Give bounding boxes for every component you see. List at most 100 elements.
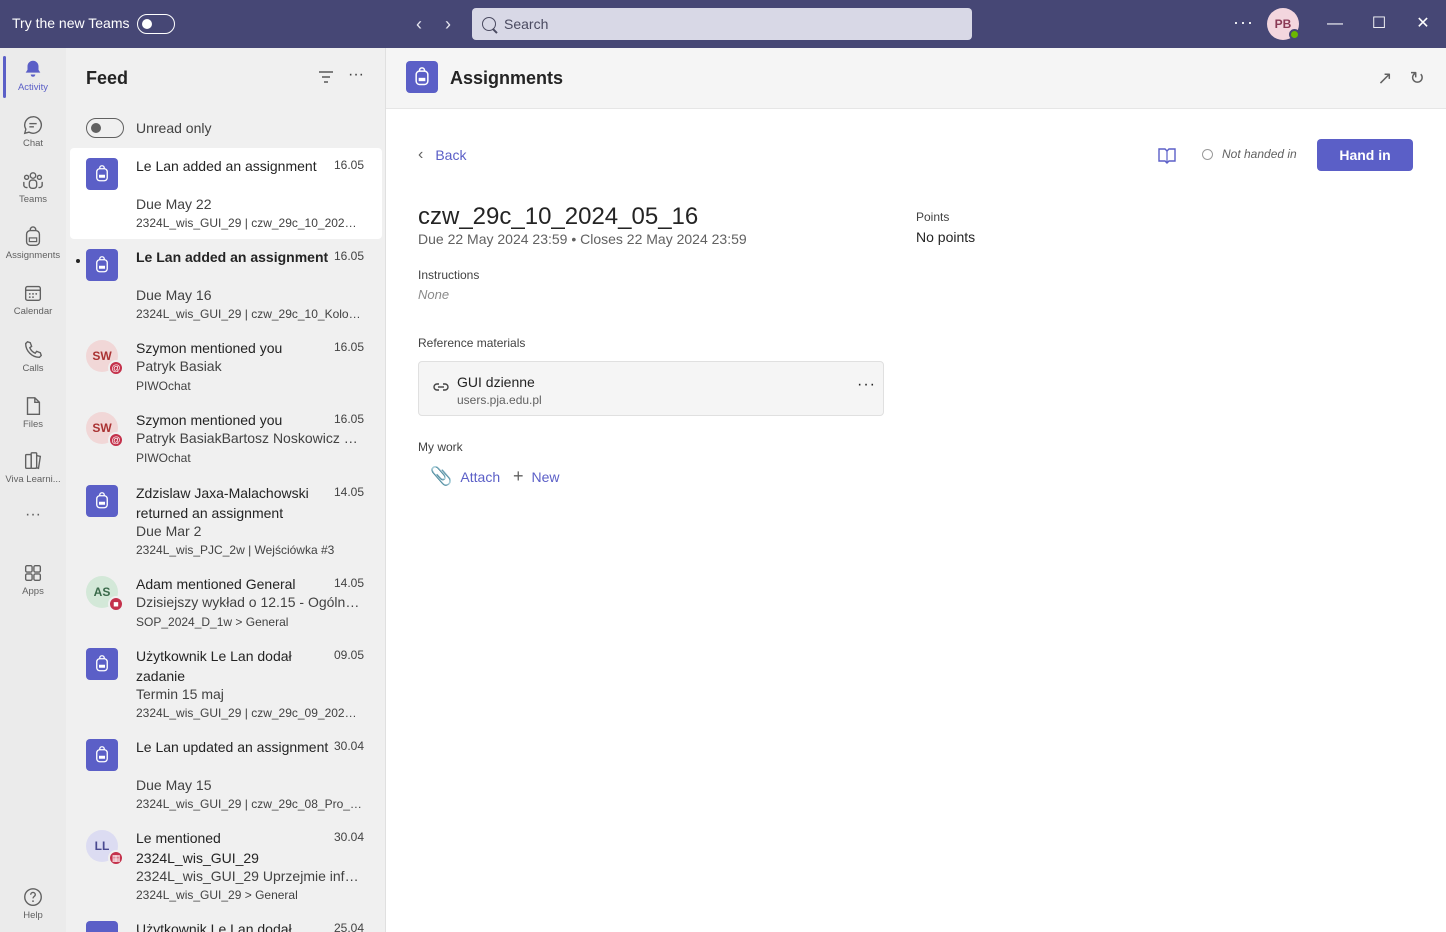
rail-label: Viva Learni... <box>5 474 61 485</box>
feed-item-date: 16.05 <box>334 340 365 354</box>
rail-item-assignments[interactable]: Assignments <box>0 216 66 272</box>
assignments-app-icon <box>86 648 118 680</box>
hand-in-button[interactable]: Hand in <box>1317 139 1413 171</box>
rail-item-calls[interactable]: Calls <box>0 329 66 385</box>
app-header: Assignments ↗ ↻ <box>386 48 1446 109</box>
minimize-icon[interactable]: — <box>1321 10 1349 38</box>
rail-item-activity[interactable]: Activity <box>0 48 66 104</box>
filter-icon[interactable] <box>318 70 334 84</box>
feed-item-title: Zdzislaw Jaxa-Malachowski returned an as… <box>136 485 309 521</box>
new-file-button[interactable]: + New <box>513 466 560 487</box>
feed-item[interactable]: Zdzislaw Jaxa-Malachowski returned an as… <box>70 475 382 566</box>
rail-item-teams[interactable]: Teams <box>0 160 66 216</box>
feed-item-subtitle: Due May 16 <box>136 287 212 303</box>
rail-label: Calendar <box>13 306 53 317</box>
assignments-app-icon <box>86 249 118 281</box>
assignment-title: czw_29c_10_2024_05_16 <box>418 203 699 230</box>
backpack-icon <box>25 226 41 246</box>
reference-more-icon[interactable]: ··· <box>857 376 876 394</box>
search-input[interactable]: Search <box>472 8 972 40</box>
close-icon[interactable]: ✕ <box>1409 10 1437 38</box>
file-icon <box>26 397 41 415</box>
feed-item[interactable]: Le Lan updated an assignment 30.04 Due M… <box>70 729 382 820</box>
rail-label: Help <box>23 910 43 921</box>
forward-arrow-icon[interactable]: › <box>438 13 458 35</box>
feed-item[interactable]: Użytkownik Le Lan dodał zadanie 09.05 Te… <box>70 638 382 729</box>
try-new-teams-toggle[interactable] <box>137 14 175 34</box>
rail-item-chat[interactable]: Chat <box>0 104 66 160</box>
rail-label: Teams <box>19 194 47 205</box>
backpack-icon <box>96 746 108 763</box>
feed-item-meta: 2324L_wis_GUI_29 > General <box>136 888 298 902</box>
rail-label: Assignments <box>5 250 61 261</box>
feed-item-date: 16.05 <box>334 412 365 426</box>
rail-more-apps[interactable]: ··· <box>0 504 66 542</box>
reference-material-card[interactable]: GUI dzienne users.pja.edu.pl ··· <box>418 361 884 416</box>
mention-badge-icon: @ <box>108 360 124 376</box>
activity-feed-panel: Feed ··· Unread only Le Lan added an ass… <box>66 48 386 932</box>
title-bar: Try the new Teams ‹ › Search ··· PB — ☐ … <box>0 0 1446 48</box>
feed-more-icon[interactable]: ··· <box>348 66 364 84</box>
assignments-app-icon <box>86 921 118 932</box>
back-arrow-icon[interactable]: ‹ <box>409 13 429 35</box>
assignments-app-icon <box>86 158 118 190</box>
rail-item-viva-learning[interactable]: Viva Learni... <box>0 440 66 496</box>
feed-item-subtitle: Termin 15 maj <box>136 686 224 702</box>
maximize-icon[interactable]: ☐ <box>1365 10 1393 38</box>
feed-item-date: 25.04 <box>334 921 365 932</box>
points-label: Points <box>916 210 950 224</box>
assignment-due-date: Due 22 May 2024 23:59 • Closes 22 May 20… <box>418 231 747 247</box>
feed-item[interactable]: Le Lan added an assignment 16.05 Due May… <box>70 239 382 330</box>
feed-item[interactable]: SW @ Szymon mentioned you 16.05 Patryk B… <box>70 402 382 475</box>
unread-only-row: Unread only <box>66 108 386 148</box>
back-button[interactable]: ‹ Back <box>418 146 466 164</box>
feed-item-meta: 2324L_wis_GUI_29 | czw_29c_10_Kolokwi... <box>136 307 362 321</box>
feed-item[interactable]: LL ▦ Le mentioned 2324L_wis_GUI_29 30.04… <box>70 820 382 911</box>
feed-item-subtitle: Patryk BasiakBartosz Noskowicz m... <box>136 430 362 446</box>
app-title: Assignments <box>450 68 564 88</box>
rail-item-calendar[interactable]: Calendar <box>0 272 66 328</box>
feed-item-meta: 2324L_wis_GUI_29 | czw_29c_10_2024_05... <box>136 216 362 230</box>
reference-url: users.pja.edu.pl <box>457 393 542 407</box>
back-label: Back <box>435 147 467 163</box>
feed-item-meta: PIWOchat <box>136 451 191 465</box>
rail-item-files[interactable]: Files <box>0 385 66 441</box>
feed-item-subtitle: Due Mar 2 <box>136 523 202 539</box>
backpack-icon <box>96 655 108 672</box>
team-mention-badge-icon: ▦ <box>108 850 124 866</box>
feed-item-date: 09.05 <box>334 648 365 662</box>
feed-item-meta: 2324L_wis_GUI_29 | czw_29c_08_Pro_202... <box>136 797 362 811</box>
apps-icon <box>24 564 42 582</box>
presence-available-icon <box>1289 29 1300 40</box>
feed-item-title: Adam mentioned General <box>136 576 296 592</box>
clock-icon <box>1202 148 1213 160</box>
instructions-label: Instructions <box>418 268 480 282</box>
feed-item[interactable]: AS ■ Adam mentioned General 14.05 Dzisie… <box>70 566 382 638</box>
feed-header: Feed ··· <box>66 48 386 108</box>
feed-item[interactable]: Użytkownik Le Lan dodał 25.04 <box>70 911 382 932</box>
bell-icon <box>25 60 41 77</box>
rail-label: Activity <box>17 82 49 93</box>
teams-window: Try the new Teams ‹ › Search ··· PB — ☐ … <box>0 0 1446 932</box>
feed-item[interactable]: Le Lan added an assignment 16.05 Due May… <box>70 148 382 239</box>
immersive-reader-icon[interactable] <box>1157 146 1177 164</box>
more-options-icon[interactable]: ··· <box>1233 12 1254 33</box>
feed-item-title: Le Lan updated an assignment <box>136 739 329 755</box>
feed-item[interactable]: SW @ Szymon mentioned you 16.05 Patryk B… <box>70 330 382 402</box>
feed-item-meta: 2324L_wis_GUI_29 | czw_29c_09_2024_05... <box>136 706 362 720</box>
unread-only-toggle[interactable] <box>86 118 124 138</box>
expand-icon[interactable]: ↗ <box>1375 68 1395 88</box>
submission-status: Not handed in <box>1202 147 1297 161</box>
feed-title: Feed <box>86 68 129 88</box>
calendar-icon <box>24 285 42 302</box>
rail-item-apps[interactable]: Apps <box>0 552 66 608</box>
rail-item-help[interactable]: Help <box>0 876 66 932</box>
assignments-app-icon <box>86 485 118 517</box>
attach-button[interactable]: 📎 Attach <box>430 466 500 487</box>
feed-item-date: 14.05 <box>334 576 365 590</box>
feed-item-subtitle: Dzisiejszy wykład o 12.15 - Ogólne... <box>136 594 362 610</box>
refresh-icon[interactable]: ↻ <box>1407 68 1427 88</box>
link-icon <box>433 383 449 391</box>
backpack-icon <box>96 165 108 182</box>
try-new-teams-label: Try the new Teams <box>12 15 130 31</box>
